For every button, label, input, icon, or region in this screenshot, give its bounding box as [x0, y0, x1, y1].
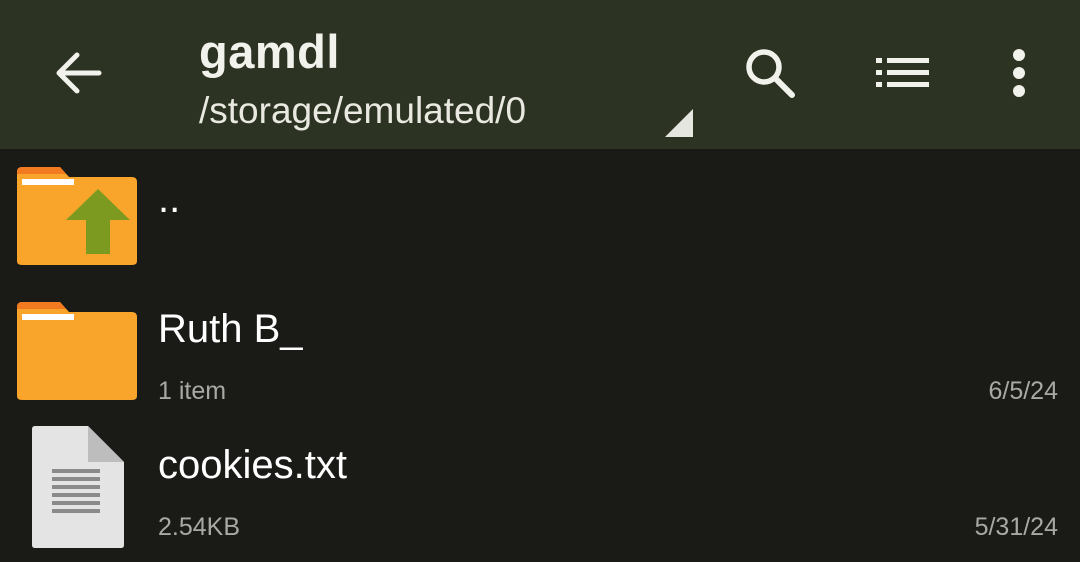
folder-title: gamdl — [199, 25, 340, 78]
arrow-left-icon — [56, 52, 102, 94]
search-icon — [746, 49, 795, 98]
app-toolbar: gamdl /storage/emulated/0 — [0, 0, 1080, 149]
list-item-folder[interactable]: Ruth B_ 1 item 6/5/24 — [0, 287, 1080, 415]
more-vert-icon — [1013, 49, 1025, 97]
file-name: Ruth B_ — [158, 307, 303, 351]
more-options-button[interactable] — [981, 35, 1057, 111]
folder-icon — [17, 302, 137, 400]
list-item-file[interactable]: cookies.txt 2.54KB 5/31/24 — [0, 419, 1080, 562]
file-name: cookies.txt — [158, 443, 347, 487]
list-view-icon — [876, 58, 929, 87]
folder-up-icon — [17, 167, 137, 265]
view-mode-button[interactable] — [865, 35, 941, 111]
file-date: 5/31/24 — [974, 513, 1058, 541]
back-button[interactable] — [40, 35, 116, 111]
text-file-icon — [32, 426, 124, 548]
path-selector[interactable]: /storage/emulated/0 — [199, 90, 699, 138]
list-item-parent-directory[interactable]: .. — [0, 149, 1080, 277]
current-path: /storage/emulated/0 — [199, 90, 527, 131]
file-meta: 2.54KB — [158, 513, 241, 541]
file-name: .. — [158, 177, 181, 221]
file-date: 6/5/24 — [988, 377, 1058, 405]
file-meta: 1 item — [158, 377, 227, 405]
search-button[interactable] — [732, 35, 808, 111]
dropdown-triangle-icon — [665, 109, 693, 137]
